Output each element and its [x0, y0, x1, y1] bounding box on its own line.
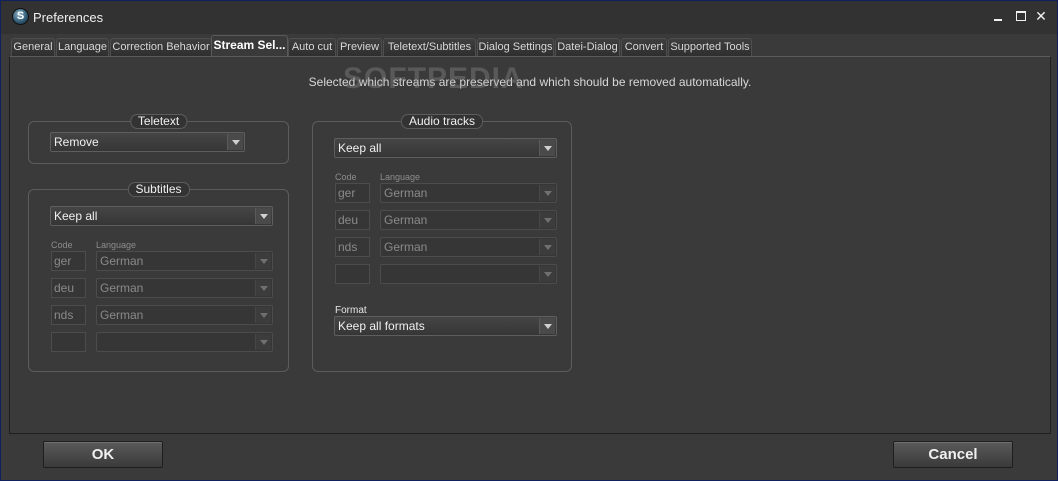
app-icon: S — [12, 8, 29, 25]
tab-preview[interactable]: Preview — [337, 38, 382, 56]
audio-language-value: German — [384, 240, 428, 254]
subtitle-language-select[interactable]: German — [96, 305, 273, 325]
audio-code-field[interactable]: ger — [335, 183, 370, 203]
chevron-down-icon[interactable] — [539, 239, 555, 255]
softpedia-watermark: SOFTPEDIA — [343, 62, 524, 95]
audio-language-header: Language — [380, 172, 421, 182]
subtitle-language-value: German — [100, 308, 144, 322]
subtitle-language-select[interactable] — [96, 332, 273, 352]
teletext-group-title: Teletext — [129, 114, 188, 129]
close-icon[interactable]: ✕ — [1034, 9, 1048, 23]
minimize-icon[interactable] — [991, 9, 1005, 23]
tab-teletext-subtitles[interactable]: Teletext/Subtitles — [383, 38, 476, 56]
tab-correction-behavior[interactable]: Correction Behavior — [110, 38, 212, 56]
tab-datei-dialog[interactable]: Datei-Dialog — [555, 38, 620, 56]
tab-language[interactable]: Language — [56, 38, 109, 56]
tab-general[interactable]: General — [11, 38, 55, 56]
chevron-down-icon[interactable] — [255, 253, 271, 269]
chevron-down-icon[interactable] — [539, 185, 555, 201]
chevron-down-icon[interactable] — [539, 266, 555, 282]
subtitles-code-header: Code — [51, 240, 73, 250]
tab-stream-selection[interactable]: Stream Sel... — [211, 35, 288, 56]
subtitles-mode-select[interactable]: Keep all — [50, 206, 273, 226]
maximize-icon[interactable] — [1014, 9, 1028, 23]
title-bar[interactable]: S Preferences ✕ — [1, 1, 1057, 34]
subtitle-code-field[interactable]: deu — [51, 278, 86, 298]
chevron-down-icon[interactable] — [227, 134, 243, 150]
chevron-down-icon[interactable] — [539, 318, 555, 334]
audio-language-select[interactable]: German — [380, 237, 557, 257]
audio-language-select[interactable]: German — [380, 210, 557, 230]
audio-language-value: German — [384, 213, 428, 227]
preferences-window: S Preferences ✕ General Language Correct… — [0, 0, 1058, 481]
audio-format-select[interactable]: Keep all formats — [334, 316, 557, 336]
subtitles-language-header: Language — [96, 240, 137, 250]
window-title: Preferences — [33, 10, 104, 25]
audio-mode-select[interactable]: Keep all — [334, 138, 557, 158]
tab-convert[interactable]: Convert — [621, 38, 667, 56]
audio-language-value: German — [384, 186, 428, 200]
audio-language-select[interactable]: German — [380, 183, 557, 203]
ok-button[interactable]: OK — [43, 441, 163, 468]
subtitle-code-field[interactable]: ger — [51, 251, 86, 271]
chevron-down-icon[interactable] — [539, 212, 555, 228]
tab-supported-tools[interactable]: Supported Tools — [668, 38, 752, 56]
audio-code-field[interactable]: nds — [335, 237, 370, 257]
chevron-down-icon[interactable] — [255, 208, 271, 224]
subtitle-code-field[interactable] — [51, 332, 86, 352]
audio-code-field[interactable] — [335, 264, 370, 284]
subtitle-language-select[interactable]: German — [96, 278, 273, 298]
audio-tracks-group-title: Audio tracks — [400, 114, 484, 129]
tab-auto-cut[interactable]: Auto cut — [288, 38, 336, 56]
teletext-mode-select[interactable]: Remove — [50, 132, 245, 152]
chevron-down-icon[interactable] — [539, 140, 555, 156]
audio-mode-value: Keep all — [338, 141, 382, 155]
audio-format-value: Keep all formats — [338, 319, 425, 333]
chevron-down-icon[interactable] — [255, 307, 271, 323]
cancel-button[interactable]: Cancel — [893, 441, 1013, 468]
subtitles-mode-value: Keep all — [54, 209, 98, 223]
subtitle-language-value: German — [100, 281, 144, 295]
subtitle-language-value: German — [100, 254, 144, 268]
description-text: Selected which streams are preserved and… — [308, 75, 752, 89]
chevron-down-icon[interactable] — [255, 334, 271, 350]
chevron-down-icon[interactable] — [255, 280, 271, 296]
subtitles-group-title: Subtitles — [127, 182, 190, 197]
audio-code-header: Code — [335, 172, 357, 182]
subtitle-code-field[interactable]: nds — [51, 305, 86, 325]
audio-language-select[interactable] — [380, 264, 557, 284]
teletext-mode-value: Remove — [54, 135, 99, 149]
subtitle-language-select[interactable]: German — [96, 251, 273, 271]
tab-dialog-settings[interactable]: Dialog Settings — [477, 38, 554, 56]
format-label: Format — [335, 305, 367, 316]
tab-bar: General Language Correction Behavior Str… — [11, 35, 1051, 56]
audio-code-field[interactable]: deu — [335, 210, 370, 230]
